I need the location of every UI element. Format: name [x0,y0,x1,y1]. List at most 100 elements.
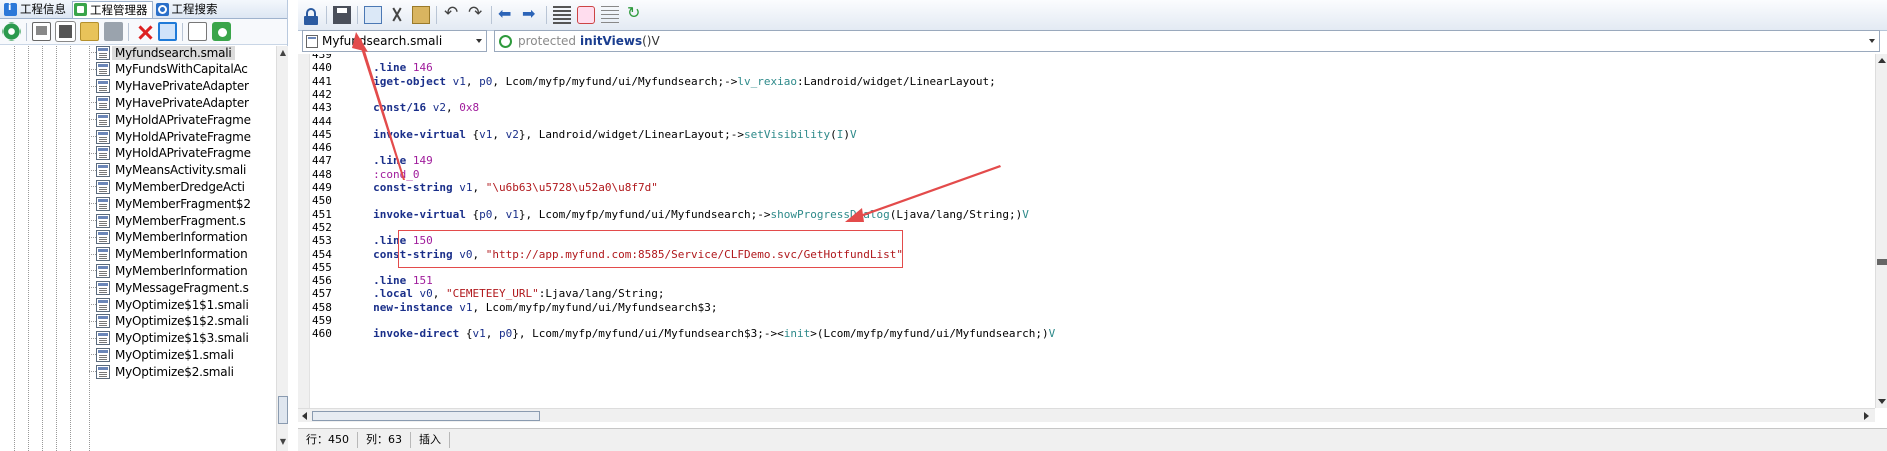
tree-item[interactable]: MyOptimize$1$1.smali [89,296,249,313]
method-select[interactable]: protected initViews ()V [494,30,1880,52]
properties-icon[interactable] [32,22,51,41]
lock-icon[interactable] [302,6,320,25]
scroll-down-arrow[interactable]: ▼ [278,437,288,449]
chevron-down-icon[interactable] [476,39,482,43]
code-horizontal-scrollbar[interactable] [298,408,1875,422]
tree-item[interactable]: MyMemberInformation [89,246,248,263]
redo-icon[interactable] [467,3,485,24]
tree-item[interactable]: MyMemberInformation [89,262,248,279]
tree-item[interactable]: MyHoldAPrivateFragme [89,145,251,162]
code-line: 441 iget-object v1, p0, Lcom/myfp/myfund… [310,75,996,88]
tree-item[interactable]: Myfundsearch.smali [89,46,235,61]
reload-icon[interactable] [625,3,643,24]
tree-item[interactable]: MyMeansActivity.smali [89,162,247,179]
bookmark-icon[interactable] [104,22,123,41]
android-icon[interactable] [212,22,231,41]
tree-item[interactable]: MyHoldAPrivateFragme [89,111,251,128]
code-vertical-scrollbar[interactable] [1875,54,1887,408]
code-token: "CEMETEEY_URL" [445,287,539,301]
paste-icon[interactable] [412,6,430,24]
tree-item[interactable]: MyMemberFragment$2 [89,195,251,212]
tree-scrollbar[interactable]: ▲ ▼ [276,46,288,451]
project-toolbar [0,19,287,45]
tree-guide [70,46,71,451]
code-token: }, Lcom/myfp/myfund/ui/Myfundsearch;-> [518,207,771,221]
line-number: 448 [312,167,332,181]
undo-icon[interactable] [443,3,461,24]
tree-item-label: MyFundsWithCapitalAc [115,62,248,77]
delete-icon[interactable] [134,22,153,41]
code-token: 151 [412,274,433,288]
tree-connector [89,52,96,53]
code-line: 460 invoke-direct {v1, p0}, Lcom/myfp/my… [310,327,1055,340]
copy-icon[interactable] [364,6,382,24]
tree-item-label: MyMeansActivity.smali [115,163,247,178]
java-icon[interactable] [577,6,595,24]
tree-guide [42,46,43,451]
tab-project-search[interactable]: 工程搜索 [155,1,222,18]
tree-connector [89,102,96,104]
smali-file-icon [96,163,110,178]
tree-item[interactable]: MyHavePrivateAdapter [89,78,249,95]
tree-item[interactable]: MyMemberInformation [89,229,248,246]
new-file-icon[interactable] [188,22,207,41]
tree-connector [89,186,96,188]
scroll-thumb[interactable] [1877,259,1887,265]
tree-connector [89,304,96,305]
toolbar-separator [128,22,129,41]
line-number: 445 [312,127,332,141]
code-line: 445 invoke-virtual {v1, v2}, Landroid/wi… [310,128,857,141]
tree-item[interactable]: MyOptimize$1$2.smali [89,313,249,330]
tree-item[interactable]: MyOptimize$1$3.smali [89,330,249,347]
tree-item[interactable]: MyOptimize$1.smali [89,346,234,363]
tree-item-label: MyHavePrivateAdapter [115,79,249,94]
code-line: 459 [310,314,373,327]
scroll-thumb[interactable] [312,411,540,421]
file-icon [306,34,318,48]
tree-item[interactable]: MyHavePrivateAdapter [89,94,249,111]
line-number: 454 [312,247,332,261]
format-icon[interactable] [553,6,571,24]
back-icon[interactable] [498,4,516,24]
line-number: 443 [312,101,332,115]
toolbar-separator [182,22,183,41]
line-number: 446 [312,141,332,155]
tab-project-info[interactable]: 工程信息 [3,1,70,18]
code-line: 444 [310,115,373,128]
refresh-icon[interactable] [2,22,21,41]
tree-item[interactable]: MyMemberFragment.s [89,212,246,229]
tab-project-manager[interactable]: 工程管理器 [72,0,153,18]
smali-file-icon [96,230,110,245]
window-icon[interactable] [55,21,76,42]
tree-item[interactable]: MyHoldAPrivateFragme [89,128,251,145]
scroll-thumb[interactable] [278,396,288,424]
tree-item[interactable]: MyOptimize$2.smali [89,363,234,380]
project-panel: 工程信息 工程管理器 工程搜索 Myfundsearch.smali MyFund… [0,0,288,451]
scroll-down-arrow[interactable] [1878,399,1886,404]
tree-item[interactable]: MyFundsWithCapitalAc [89,61,248,78]
scroll-left-arrow[interactable] [302,412,307,420]
code-line: 446 [310,141,373,154]
save-icon[interactable] [333,6,351,24]
tree-connector [89,68,96,70]
lines-icon[interactable] [601,6,619,24]
scroll-up-arrow[interactable] [1878,58,1886,63]
code-token: >(Lcom/myfp/myfund/ui/Myfundsearch;) [810,327,1049,341]
tree-item-label: MyOptimize$1$3.smali [115,331,249,346]
tree-connector [89,371,96,373]
code-token: invoke-virtual [373,127,473,141]
code-token: V [1022,207,1029,221]
scroll-up-arrow[interactable]: ▲ [278,48,288,60]
folder-open-icon[interactable] [80,22,99,41]
rename-icon[interactable] [158,22,177,41]
tree-item[interactable]: MyMessageFragment.s [89,279,249,296]
file-select[interactable]: Myfundsearch.smali [302,30,487,52]
forward-icon[interactable] [522,4,540,24]
cut-icon[interactable] [388,6,406,24]
chevron-down-icon[interactable] [1869,39,1875,43]
scroll-right-arrow[interactable] [1864,412,1869,420]
tree-item[interactable]: MyMemberDredgeActi [89,178,245,195]
